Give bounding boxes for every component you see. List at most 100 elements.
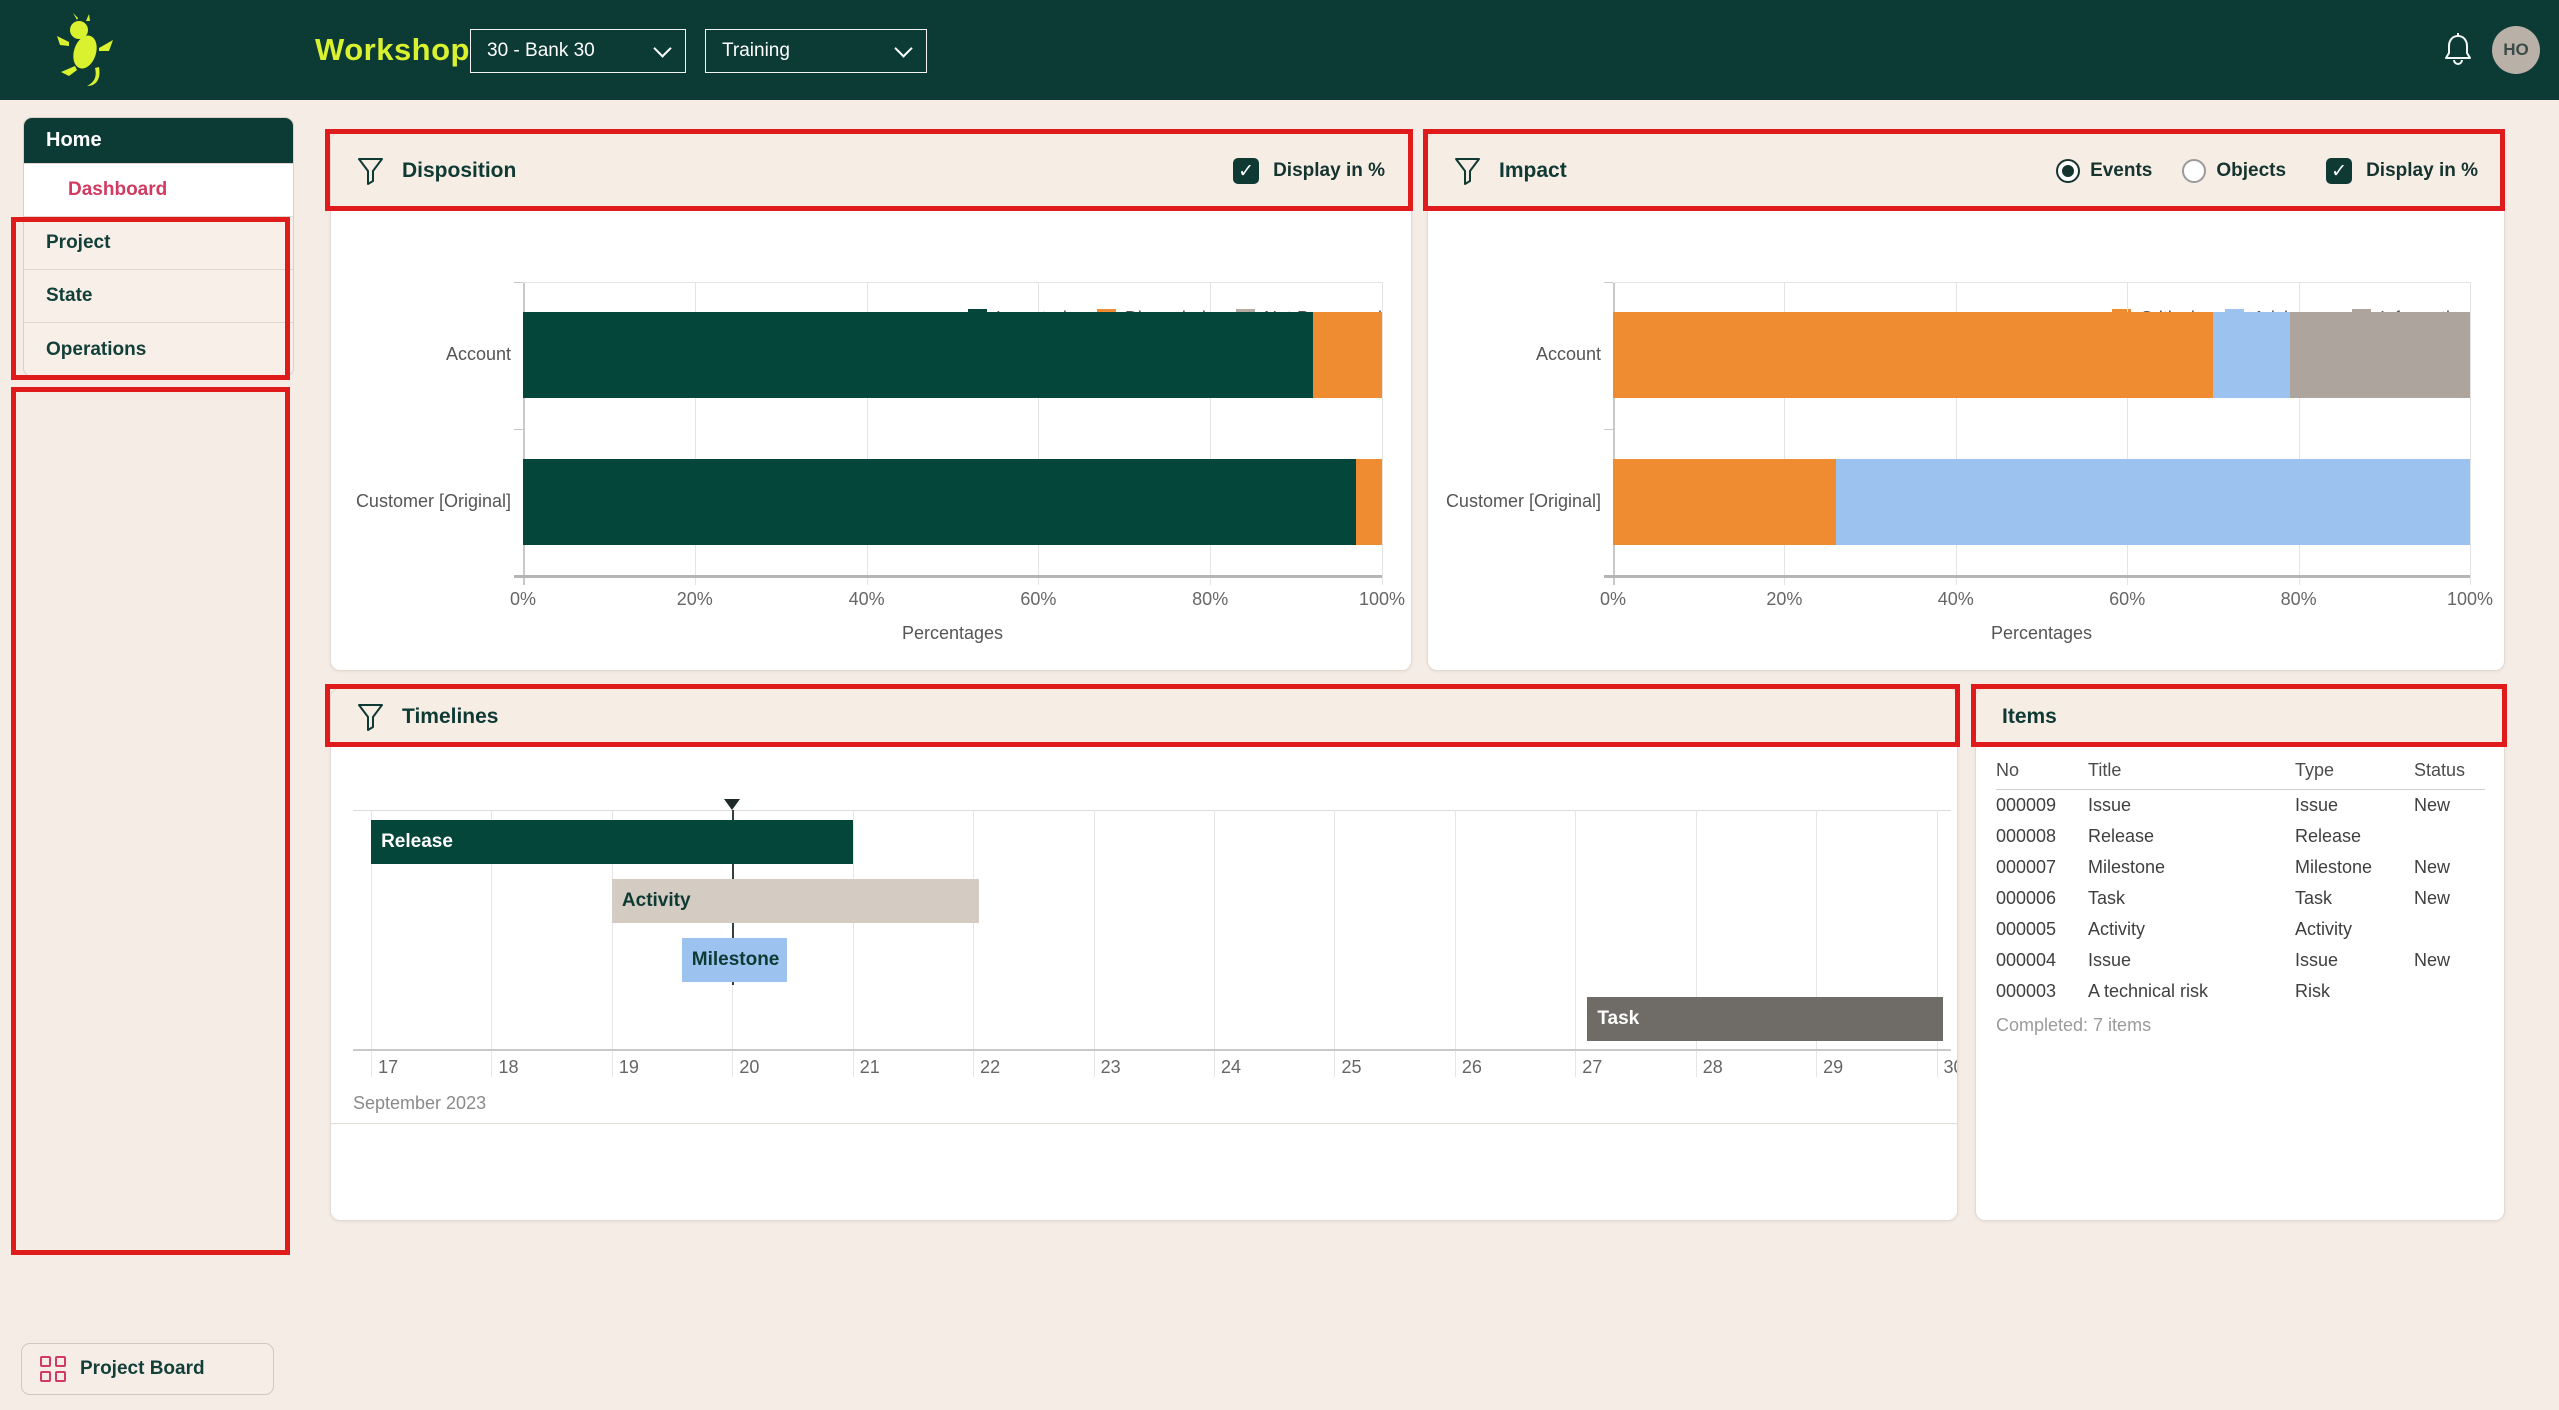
cell: Task <box>2088 888 2293 909</box>
events-radio[interactable] <box>2056 159 2080 183</box>
column-header-type: Type <box>2295 760 2412 781</box>
day-label: 18 <box>498 1057 518 1078</box>
x-tick-label: 100% <box>1359 589 1405 610</box>
panel-title: Timelines <box>402 705 499 729</box>
sidebar-item-operations[interactable]: Operations <box>24 323 293 376</box>
timelines-header: Timelines <box>331 689 1957 746</box>
disposition-header: Disposition ✓ Display in % <box>331 133 1411 210</box>
cell: 000004 <box>1996 950 2086 971</box>
bar-segment-advisory <box>2213 312 2290 398</box>
objects-radio[interactable] <box>2182 159 2206 183</box>
sidebar-item-project[interactable]: Project <box>24 217 293 270</box>
cell: New <box>2414 950 2450 971</box>
timelines-gantt-chart: 1718192021222324252627282930ReleaseActiv… <box>331 746 1957 1220</box>
display-in-pct-checkbox[interactable]: ✓ <box>2326 158 2352 184</box>
gantt-bar-release[interactable]: Release <box>371 820 853 864</box>
panel-title: Impact <box>1499 159 1567 183</box>
category-label: Account <box>331 344 511 365</box>
display-in-pct-checkbox[interactable]: ✓ <box>1233 158 1259 184</box>
sidebar-nav: Home Dashboard Project State Operations <box>23 117 294 377</box>
day-label: 24 <box>1221 1057 1241 1078</box>
sidebar-item-state[interactable]: State <box>24 270 293 323</box>
items-table-row[interactable]: 000007MilestoneMilestoneNew <box>1996 852 2485 883</box>
impact-chart: CriticalAdvisoryInformation0%20%40%60%80… <box>1428 210 2504 670</box>
dashboard-page: Workshop 30 - Bank 30 Training HO Home D… <box>0 0 2559 1410</box>
project-select[interactable]: 30 - Bank 30 <box>470 29 686 73</box>
panel-title: Disposition <box>402 159 516 183</box>
timelines-panel: Timelines 1718192021222324252627282930Re… <box>330 688 1958 1221</box>
cell: Release <box>2088 826 2293 847</box>
display-in-pct-label: Display in % <box>2366 160 2478 182</box>
day-label: 20 <box>739 1057 759 1078</box>
gecko-logo-icon <box>55 12 119 88</box>
filter-icon[interactable] <box>357 157 384 186</box>
items-table: NoTitleTypeStatus000009IssueIssueNew0000… <box>1996 751 2485 1036</box>
cell: New <box>2414 857 2450 878</box>
x-tick-label: 100% <box>2447 589 2493 610</box>
cell: Risk <box>2295 981 2412 1002</box>
day-label: 21 <box>860 1057 880 1078</box>
project-board-button[interactable]: Project Board <box>21 1343 274 1395</box>
items-table-row[interactable]: 000006TaskTaskNew <box>1996 883 2485 914</box>
cell: 000008 <box>1996 826 2086 847</box>
gantt-divider <box>331 1123 1957 1124</box>
items-table-row[interactable]: 000003A technical riskRisk <box>1996 976 2485 1007</box>
cell: Release <box>2295 826 2412 847</box>
x-axis-title: Percentages <box>1613 623 2470 644</box>
events-radio-label: Events <box>2090 160 2152 182</box>
axis-tick <box>1604 282 1613 283</box>
filter-icon[interactable] <box>1454 157 1481 186</box>
day-label: 30 <box>1944 1057 1958 1078</box>
gridline <box>2470 282 2471 585</box>
category-label: Customer [Original] <box>1428 491 1601 512</box>
stacked-bar-customer-original- <box>523 459 1382 545</box>
impact-panel: Impact Events Objects ✓ Display in % Cri… <box>1427 132 2505 671</box>
day-label: 22 <box>980 1057 1000 1078</box>
chevron-down-icon <box>653 39 671 57</box>
sidebar-item-home[interactable]: Home <box>24 118 293 164</box>
cell: New <box>2414 888 2450 909</box>
cell: 000009 <box>1996 795 2086 816</box>
x-axis-line <box>1604 575 2470 578</box>
day-gridline <box>1575 810 1576 1077</box>
notifications-bell-icon[interactable] <box>2438 30 2478 70</box>
x-tick-label: 80% <box>1192 589 1228 610</box>
gantt-bar-milestone[interactable]: Milestone <box>682 938 787 982</box>
x-tick-label: 0% <box>1600 589 1626 610</box>
plot-top-line <box>1613 282 2470 283</box>
filter-icon[interactable] <box>357 703 384 732</box>
column-header-status: Status <box>2414 760 2465 781</box>
sidebar-item-dashboard[interactable]: Dashboard <box>24 164 293 217</box>
impact-header: Impact Events Objects ✓ Display in % <box>1428 133 2504 210</box>
plot-top-line <box>353 810 1951 811</box>
user-avatar[interactable]: HO <box>2492 26 2540 74</box>
cell: Issue <box>2295 795 2412 816</box>
category-label: Customer [Original] <box>331 491 511 512</box>
bar-segment-imported <box>523 312 1313 398</box>
day-gridline <box>853 810 854 1077</box>
items-table-row[interactable]: 000005ActivityActivity <box>1996 914 2485 945</box>
x-axis-title: Percentages <box>523 623 1382 644</box>
bar-segment-advisory <box>1836 459 2470 545</box>
panel-title: Items <box>2002 705 2057 729</box>
cell: 000006 <box>1996 888 2086 909</box>
items-table-row[interactable]: 000009IssueIssueNew <box>1996 790 2485 821</box>
mode-select[interactable]: Training <box>705 29 927 73</box>
month-label: September 2023 <box>353 1093 486 1114</box>
cell: 000007 <box>1996 857 2086 878</box>
items-table-row[interactable]: 000004IssueIssueNew <box>1996 945 2485 976</box>
cell: Issue <box>2088 950 2293 971</box>
items-table-row[interactable]: 000008ReleaseRelease <box>1996 821 2485 852</box>
bar-segment-critical <box>1613 312 2213 398</box>
cell: New <box>2414 795 2450 816</box>
gantt-bar-task[interactable]: Task <box>1587 997 1942 1041</box>
day-label: 26 <box>1462 1057 1482 1078</box>
category-label: Account <box>1428 344 1601 365</box>
cell: Activity <box>2295 919 2412 940</box>
items-header: Items <box>1976 689 2504 746</box>
cell: A technical risk <box>2088 981 2293 1002</box>
top-bar: Workshop 30 - Bank 30 Training HO <box>0 0 2559 100</box>
gantt-bar-activity[interactable]: Activity <box>612 879 979 923</box>
day-gridline <box>973 810 974 1077</box>
x-axis-line <box>514 575 1382 578</box>
